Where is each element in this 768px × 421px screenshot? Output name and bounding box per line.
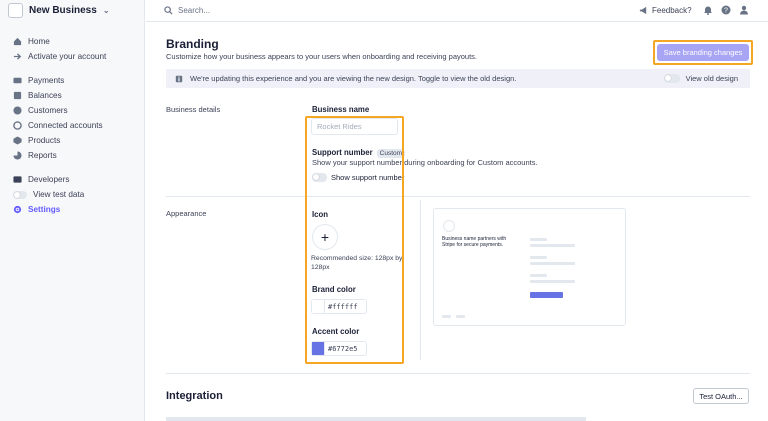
plus-icon: + (320, 229, 330, 245)
sidebar-item-connected-accounts[interactable]: Connected accounts (13, 121, 103, 130)
support-number-label: Support number Custom (312, 148, 406, 158)
customer-icon (13, 106, 22, 115)
preview-accent-button (530, 292, 563, 298)
sidebar-item-home[interactable]: Home (13, 37, 50, 46)
notice-text: We're updating this experience and you a… (190, 74, 517, 83)
sidebar-item-label: Payments (28, 76, 65, 85)
accent-color-swatch[interactable] (312, 342, 325, 355)
upload-icon-button[interactable]: + (312, 224, 338, 250)
support-number-text: Support number (312, 148, 373, 157)
appearance-section-label: Appearance (166, 209, 207, 218)
brand-color-input[interactable]: #ffffff (311, 299, 367, 314)
show-support-number-label: Show support number (331, 173, 405, 182)
sidebar-item-label: Balances (28, 91, 62, 100)
view-old-design-label: View old design (685, 74, 738, 83)
show-support-number-toggle[interactable] (312, 173, 327, 182)
sidebar-item-label: Customers (28, 106, 68, 115)
business-name: New Business (29, 5, 97, 16)
support-number-description: Show your support number during onboardi… (312, 158, 538, 167)
integration-content-preview (166, 417, 586, 421)
card-icon (13, 77, 22, 84)
preview-line (530, 280, 575, 283)
brand-color-swatch[interactable] (312, 300, 325, 313)
accent-color-input[interactable]: #6772e5 (311, 341, 367, 356)
sidebar-item-label: Home (28, 37, 50, 46)
sidebar: New Business ⌄ Home Activate your accoun… (0, 0, 145, 421)
svg-text:?: ? (724, 8, 728, 15)
business-name-placeholder: Rocket Rides (317, 122, 362, 131)
accent-color-label: Accent color (312, 327, 360, 336)
search-input[interactable]: Search... (164, 6, 210, 15)
sidebar-item-reports[interactable]: Reports (13, 151, 57, 160)
bell-icon[interactable] (703, 5, 713, 15)
arrow-right-icon (13, 53, 22, 60)
test-oauth-button[interactable]: Test OAuth... (693, 388, 749, 404)
brand-color-label: Brand color (312, 285, 356, 294)
toggle-icon[interactable] (13, 190, 27, 199)
feedback-link[interactable]: Feedback? (639, 6, 692, 15)
terminal-icon (13, 176, 22, 183)
top-bar: Search... Feedback? ? (146, 0, 768, 22)
search-icon (164, 6, 173, 15)
sidebar-item-label: Reports (28, 151, 57, 160)
business-logo (8, 3, 23, 18)
sidebar-item-label: Products (28, 136, 61, 145)
custom-badge: Custom (376, 149, 406, 158)
icon-label: Icon (312, 210, 329, 219)
section-divider (166, 373, 750, 374)
sidebar-item-label: Settings (28, 205, 61, 214)
accent-color-hex: #6772e5 (328, 344, 358, 353)
chevron-down-icon: ⌄ (102, 6, 110, 15)
business-details-section-label: Business details (166, 105, 221, 114)
sidebar-item-payments[interactable]: Payments (13, 76, 64, 85)
icon-size-hint: Recommended size: 128px by 128px (311, 255, 403, 271)
sidebar-item-label: Developers (28, 175, 70, 184)
integration-title: Integration (166, 390, 223, 402)
view-old-design-toggle[interactable] (663, 74, 680, 83)
chart-icon (13, 151, 22, 160)
help-icon[interactable]: ? (721, 5, 731, 15)
preview-line (530, 238, 547, 241)
branding-preview: Business name partners with Stripe for s… (433, 208, 626, 326)
page-title: Branding (166, 37, 219, 51)
home-icon (13, 37, 22, 46)
preview-footer-line (456, 315, 465, 318)
column-divider (420, 200, 421, 360)
section-divider (166, 196, 750, 197)
sidebar-item-test-data[interactable]: View test data (13, 190, 84, 199)
sidebar-item-activate[interactable]: Activate your account (13, 52, 106, 61)
page-subtitle: Customize how your business appears to y… (166, 52, 478, 61)
preview-icon-placeholder (443, 220, 455, 232)
connected-icon (13, 121, 22, 130)
sidebar-item-developers[interactable]: Developers (13, 175, 69, 184)
info-icon (175, 75, 183, 82)
preview-text: Business name partners with Stripe for s… (442, 236, 507, 248)
preview-line (530, 256, 547, 259)
sidebar-item-settings[interactable]: Settings (13, 205, 60, 214)
balance-icon (13, 91, 22, 100)
sidebar-item-balances[interactable]: Balances (13, 91, 62, 100)
save-branding-button[interactable]: Save branding changes (657, 44, 749, 61)
profile-icon[interactable] (739, 5, 749, 15)
sidebar-item-label: Connected accounts (28, 121, 103, 130)
preview-line (530, 274, 547, 277)
box-icon (13, 136, 22, 145)
sidebar-item-customers[interactable]: Customers (13, 106, 68, 115)
business-switcher[interactable]: New Business ⌄ (8, 3, 110, 18)
business-name-label: Business name (312, 105, 370, 114)
preview-footer-line (442, 315, 451, 318)
brand-color-hex: #ffffff (328, 302, 358, 311)
preview-line (530, 262, 575, 265)
search-placeholder: Search... (178, 6, 211, 15)
megaphone-icon (639, 6, 647, 15)
sidebar-item-products[interactable]: Products (13, 136, 60, 145)
business-name-input[interactable]: Rocket Rides (311, 118, 398, 135)
sidebar-item-label: Activate your account (28, 52, 107, 61)
design-notice-banner: We're updating this experience and you a… (166, 69, 750, 88)
preview-line (530, 244, 575, 247)
sidebar-item-label: View test data (33, 190, 85, 199)
feedback-label: Feedback? (652, 6, 692, 15)
show-support-number-row[interactable]: Show support number (312, 173, 404, 182)
gear-icon (13, 205, 22, 214)
